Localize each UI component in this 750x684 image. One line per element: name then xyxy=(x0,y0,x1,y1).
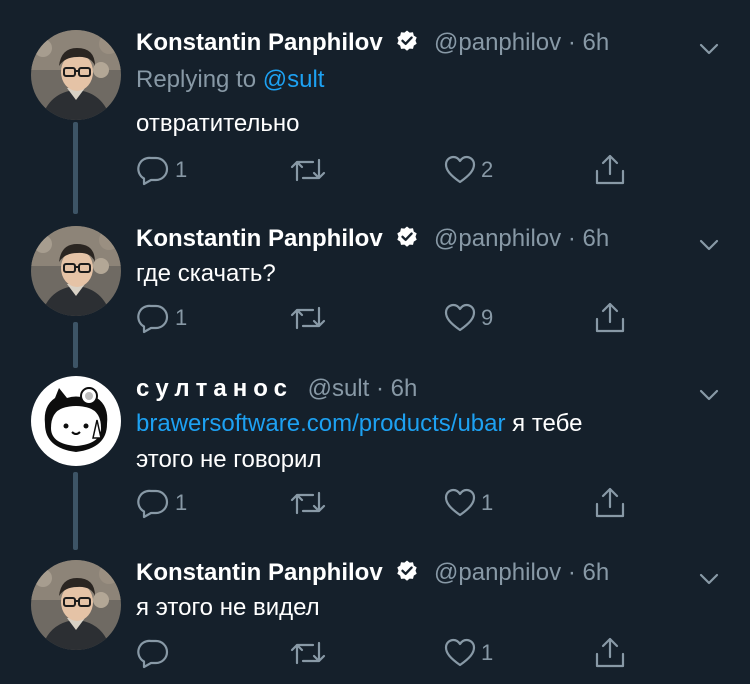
author-handle[interactable]: @panphilov xyxy=(434,559,561,586)
chevron-down-icon[interactable] xyxy=(696,566,722,597)
like-icon xyxy=(442,635,478,671)
replying-to-label: Replying to xyxy=(136,66,257,93)
author-name[interactable]: Konstantin Panphilov xyxy=(136,225,383,252)
author-name[interactable]: Konstantin Panphilov xyxy=(136,29,383,56)
avatar[interactable] xyxy=(31,376,121,466)
reply-count: 1 xyxy=(175,305,188,330)
tweet-header: султанос @sult · 6h xyxy=(136,374,417,404)
like-button[interactable]: 2 xyxy=(442,152,493,188)
separator: · xyxy=(567,559,576,586)
share-icon xyxy=(592,300,628,336)
like-count: 2 xyxy=(481,157,494,182)
share-icon xyxy=(592,635,628,671)
tweet-text-line2: этого не говорил xyxy=(136,446,322,473)
tweet-header: Konstantin Panphilov @panphilov · 6h xyxy=(136,558,609,591)
author-name[interactable]: Konstantin Panphilov xyxy=(136,559,383,586)
like-button[interactable]: 1 xyxy=(442,485,493,521)
timestamp[interactable]: 6h xyxy=(582,225,609,252)
reply-icon xyxy=(136,152,172,188)
like-count: 1 xyxy=(481,640,494,665)
like-count: 1 xyxy=(481,490,494,515)
verified-icon xyxy=(395,225,419,257)
reply-button[interactable] xyxy=(136,635,175,671)
chevron-down-icon[interactable] xyxy=(696,36,722,67)
tweet-header: Konstantin Panphilov @panphilov · 6h xyxy=(136,224,609,257)
replying-to: Replying to @sult xyxy=(136,65,324,95)
retweet-button[interactable] xyxy=(288,635,331,671)
tweet[interactable]: султанос @sult · 6h brawersoftware.com/p… xyxy=(0,372,750,542)
tweet-actions: 1 9 xyxy=(136,300,656,340)
verified-icon xyxy=(395,29,419,61)
tweet[interactable]: Konstantin Panphilov @panphilov · 6h Rep… xyxy=(0,26,750,196)
avatar[interactable] xyxy=(31,226,121,316)
tweet-actions: 1 xyxy=(136,635,656,675)
chevron-down-icon[interactable] xyxy=(696,232,722,263)
reply-icon xyxy=(136,300,172,336)
tweet-link[interactable]: brawersoftware.com/products/ubar xyxy=(136,410,506,437)
avatar[interactable] xyxy=(31,30,121,120)
tweet-actions: 1 1 xyxy=(136,485,656,525)
separator: · xyxy=(567,225,576,252)
chevron-down-icon[interactable] xyxy=(696,382,722,413)
tweet-text: где скачать? xyxy=(136,260,276,287)
share-button[interactable] xyxy=(592,152,628,188)
separator: · xyxy=(375,375,384,402)
share-button[interactable] xyxy=(592,485,628,521)
share-icon xyxy=(592,152,628,188)
author-handle[interactable]: @sult xyxy=(308,375,370,402)
like-button[interactable]: 9 xyxy=(442,300,493,336)
reply-count: 1 xyxy=(175,490,188,515)
timestamp[interactable]: 6h xyxy=(391,375,418,402)
retweet-icon xyxy=(288,152,328,188)
author-name[interactable]: султанос xyxy=(136,375,293,402)
author-handle[interactable]: @panphilov xyxy=(434,225,561,252)
verified-icon xyxy=(395,559,419,591)
tweet[interactable]: Konstantin Panphilov @panphilov · 6h я э… xyxy=(0,556,750,684)
share-button[interactable] xyxy=(592,635,628,671)
like-count: 9 xyxy=(481,305,494,330)
retweet-button[interactable] xyxy=(288,152,331,188)
avatar[interactable] xyxy=(31,560,121,650)
like-icon xyxy=(442,300,478,336)
retweet-button[interactable] xyxy=(288,485,331,521)
reply-count: 1 xyxy=(175,157,188,182)
timestamp[interactable]: 6h xyxy=(582,559,609,586)
like-icon xyxy=(442,152,478,188)
tweet-header: Konstantin Panphilov @panphilov · 6h xyxy=(136,28,609,61)
like-icon xyxy=(442,485,478,521)
retweet-icon xyxy=(288,300,328,336)
share-button[interactable] xyxy=(592,300,628,336)
separator: · xyxy=(567,29,576,56)
share-icon xyxy=(592,485,628,521)
retweet-icon xyxy=(288,635,328,671)
reply-button[interactable]: 1 xyxy=(136,152,187,188)
tweet-text: я этого не видел xyxy=(136,594,320,621)
tweet-text-part: я тебе xyxy=(505,410,583,437)
retweet-button[interactable] xyxy=(288,300,331,336)
reply-icon xyxy=(136,485,172,521)
replying-to-handle[interactable]: @sult xyxy=(263,66,325,93)
reply-button[interactable]: 1 xyxy=(136,300,187,336)
timestamp[interactable]: 6h xyxy=(582,29,609,56)
reply-button[interactable]: 1 xyxy=(136,485,187,521)
tweet[interactable]: Konstantin Panphilov @panphilov · 6h где… xyxy=(0,222,750,352)
author-handle[interactable]: @panphilov xyxy=(434,29,561,56)
retweet-icon xyxy=(288,485,328,521)
reply-icon xyxy=(136,635,172,671)
tweet-text: отвратительно xyxy=(136,110,300,137)
tweet-text: brawersoftware.com/products/ubar я тебе … xyxy=(136,406,696,478)
like-button[interactable]: 1 xyxy=(442,635,493,671)
tweet-actions: 1 2 xyxy=(136,152,656,192)
